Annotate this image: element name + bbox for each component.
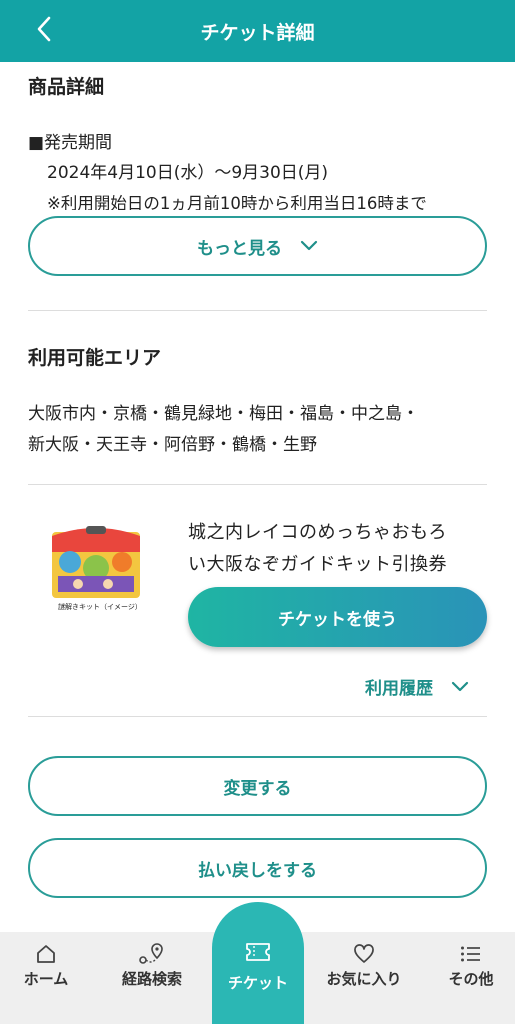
ticket-image-caption: 謎解きキット（イメージ） — [58, 603, 142, 611]
area-list-line1: 大阪市内・京橋・鶴見緑地・梅田・福島・中之島・ — [28, 404, 419, 424]
show-more-label: もっと見る — [197, 238, 282, 259]
ticket-product-image: 謎解きキット（イメージ） — [48, 522, 144, 614]
app-header: チケット詳細 — [0, 0, 515, 62]
chevron-down-icon — [451, 681, 469, 693]
divider — [28, 484, 487, 485]
refund-button[interactable]: 払い戻しをする — [28, 838, 487, 898]
chevron-down-icon — [300, 240, 318, 252]
tab-route-search-label: 経路検索 — [121, 970, 182, 988]
area-title: 利用可能エリア — [28, 347, 162, 369]
divider — [28, 310, 487, 311]
usage-history-label: 利用履歴 — [365, 679, 433, 699]
ticket-name-line1: 城之内レイコのめっちゃおもろ — [188, 522, 447, 543]
show-more-button[interactable]: もっと見る — [28, 216, 487, 276]
tab-favorites[interactable]: お気に入り — [316, 932, 412, 1024]
sale-period-note: ※利用開始日の1ヵ月前10時から利用当日16時まで — [47, 194, 427, 210]
tab-route-search[interactable]: 経路検索 — [112, 932, 192, 1024]
tab-favorites-label: お気に入り — [326, 970, 402, 988]
tab-other[interactable]: その他 — [440, 932, 502, 1024]
route-icon — [137, 942, 167, 966]
tab-home-label: ホーム — [23, 970, 69, 988]
home-icon — [35, 942, 57, 966]
sale-period-value: 2024年4月10日(水）～9月30日(月) — [47, 163, 329, 183]
heart-icon — [353, 942, 375, 966]
area-list-line2: 新大阪・天王寺・阿倍野・鶴橋・生野 — [28, 435, 317, 455]
sale-period-label: ■発売期間 — [28, 133, 113, 153]
menu-list-icon — [460, 942, 482, 966]
ticket-name-line2: い大阪なぞガイドキット引換券 — [188, 554, 447, 575]
divider — [28, 716, 487, 717]
use-ticket-button[interactable]: チケットを使う — [188, 587, 487, 647]
ticket-icon — [245, 942, 271, 966]
product-detail-title: 商品詳細 — [28, 76, 105, 98]
tab-home[interactable]: ホーム — [14, 932, 78, 1024]
tab-ticket-label: チケット — [227, 974, 288, 992]
tab-other-label: その他 — [448, 970, 494, 988]
tab-ticket[interactable]: チケット — [212, 902, 304, 1024]
usage-history-toggle[interactable]: 利用履歴 — [365, 674, 469, 699]
change-button[interactable]: 変更する — [28, 756, 487, 816]
page-title: チケット詳細 — [200, 22, 315, 44]
